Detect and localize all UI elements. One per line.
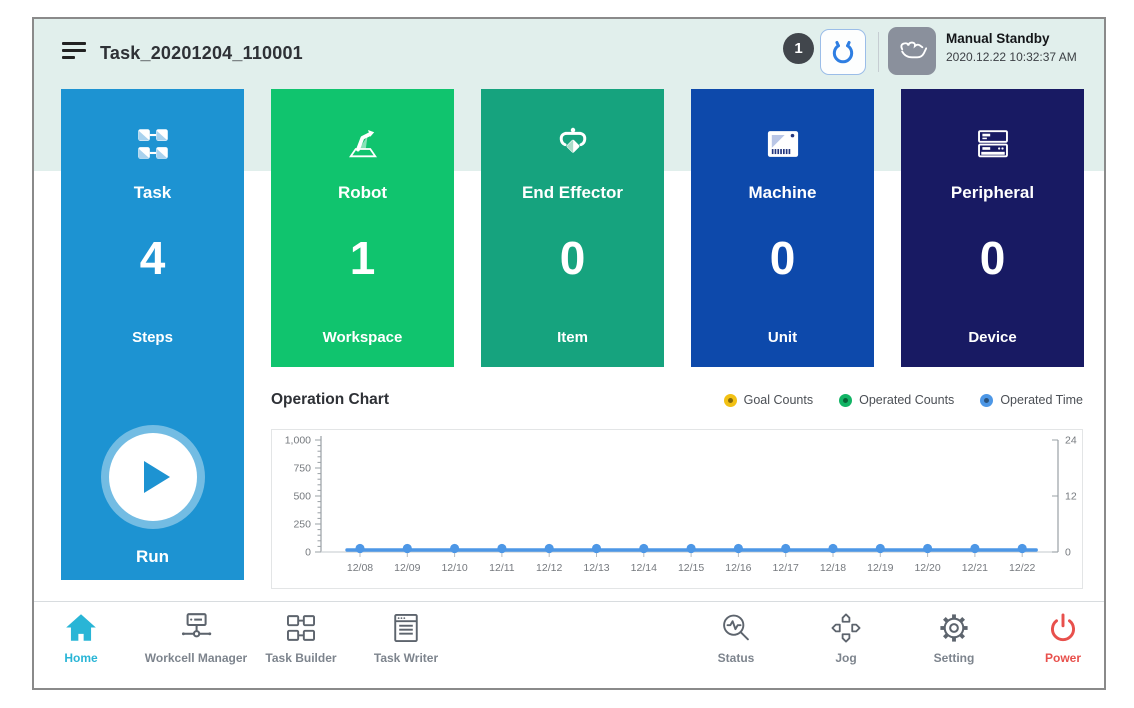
app-window: Task_20201204_110001 1 Manual Standby 20… xyxy=(32,17,1106,690)
gripper-item-icon xyxy=(481,115,664,173)
play-icon xyxy=(109,433,197,521)
card-title: Machine xyxy=(691,183,874,203)
run-button[interactable]: Run xyxy=(61,419,244,567)
peripheral-device-icon xyxy=(901,115,1084,173)
manual-mode-button[interactable] xyxy=(888,27,936,75)
svg-text:12/16: 12/16 xyxy=(725,562,751,574)
svg-text:250: 250 xyxy=(293,519,311,531)
legend-item-goal-counts[interactable]: Goal Counts xyxy=(724,393,813,407)
hamburger-menu-icon[interactable] xyxy=(62,40,88,64)
legend-item-operated-time[interactable]: Operated Time xyxy=(980,393,1083,407)
card-robot[interactable]: Robot 1 Workspace xyxy=(271,89,454,367)
chart-title: Operation Chart xyxy=(271,391,389,409)
hand-icon xyxy=(897,36,927,66)
svg-text:12/21: 12/21 xyxy=(962,562,988,574)
nav-label: Jog xyxy=(835,651,856,665)
operation-chart-svg: 0 250 500 750 1,000 12/08 12/09 12/10 12/11 12/12… xyxy=(272,430,1082,588)
svg-text:12/22: 12/22 xyxy=(1009,562,1035,574)
card-value: 0 xyxy=(481,231,664,285)
nav-label: Workcell Manager xyxy=(145,651,247,665)
svg-text:12/12: 12/12 xyxy=(536,562,562,574)
status-magnifier-icon xyxy=(718,611,754,645)
card-value: 1 xyxy=(271,231,454,285)
legend-label: Operated Counts xyxy=(859,393,954,407)
card-value: 0 xyxy=(901,231,1084,285)
task-builder-icon xyxy=(283,611,319,645)
power-icon xyxy=(1045,611,1081,645)
svg-text:12/11: 12/11 xyxy=(489,562,515,574)
svg-text:750: 750 xyxy=(293,463,311,475)
nav-label: Power xyxy=(1045,651,1081,665)
card-unit: Steps xyxy=(61,329,244,346)
card-unit: Device xyxy=(901,329,1084,346)
nav-divider xyxy=(34,601,1104,602)
card-title: Robot xyxy=(271,183,454,203)
page-title: Task_20201204_110001 xyxy=(100,43,303,64)
robot-arm-icon xyxy=(271,115,454,173)
card-machine[interactable]: Machine 0 Unit xyxy=(691,89,874,367)
svg-text:1,000: 1,000 xyxy=(285,435,311,447)
nav-label: Status xyxy=(718,651,755,665)
chart-header: Operation Chart Goal Counts Operated Coun… xyxy=(271,391,1083,409)
nav-item-power[interactable]: Power xyxy=(998,611,1106,687)
gripper-tool-button[interactable] xyxy=(820,29,866,75)
svg-text:12/09: 12/09 xyxy=(394,562,420,574)
header-divider xyxy=(878,32,879,72)
legend-dot-icon xyxy=(724,394,737,407)
svg-text:12/18: 12/18 xyxy=(820,562,846,574)
task-steps-icon xyxy=(61,115,244,173)
workcell-manager-icon xyxy=(178,611,214,645)
card-unit: Workspace xyxy=(271,329,454,346)
card-unit: Unit xyxy=(691,329,874,346)
svg-text:12/15: 12/15 xyxy=(678,562,704,574)
svg-text:12/13: 12/13 xyxy=(583,562,609,574)
nav-item-home[interactable]: Home xyxy=(32,611,146,687)
card-title: Peripheral xyxy=(901,183,1084,203)
svg-text:12/08: 12/08 xyxy=(347,562,373,574)
machine-icon xyxy=(691,115,874,173)
notification-badge[interactable]: 1 xyxy=(783,33,814,64)
nav-label: Setting xyxy=(934,651,975,665)
legend-label: Operated Time xyxy=(1000,393,1083,407)
card-title: Task xyxy=(61,183,244,203)
jog-dpad-icon xyxy=(828,611,864,645)
mode-status: Manual Standby 2020.12.22 10:32:37 AM xyxy=(946,31,1077,64)
legend-label: Goal Counts xyxy=(744,393,813,407)
gear-icon xyxy=(936,611,972,645)
card-value: 4 xyxy=(61,231,244,285)
legend-item-operated-counts[interactable]: Operated Counts xyxy=(839,393,954,407)
svg-text:0: 0 xyxy=(305,547,311,559)
nav-label: Task Writer xyxy=(374,651,438,665)
card-peripheral[interactable]: Peripheral 0 Device xyxy=(901,89,1084,367)
svg-text:12/10: 12/10 xyxy=(441,562,467,574)
svg-text:12/20: 12/20 xyxy=(914,562,940,574)
run-label: Run xyxy=(61,547,244,567)
svg-text:12: 12 xyxy=(1065,491,1077,503)
mode-datetime: 2020.12.22 10:32:37 AM xyxy=(946,50,1077,64)
legend-dot-icon xyxy=(980,394,993,407)
chart-legend: Goal Counts Operated Counts Operated Time xyxy=(724,393,1083,407)
card-end-effector[interactable]: End Effector 0 Item xyxy=(481,89,664,367)
nav-item-task-writer[interactable]: Task Writer xyxy=(341,611,471,687)
home-icon xyxy=(63,611,99,645)
operation-chart: 0 250 500 750 1,000 12/08 12/09 12/10 12/11 12/12… xyxy=(271,429,1083,589)
svg-text:500: 500 xyxy=(293,491,311,503)
card-unit: Item xyxy=(481,329,664,346)
nav-label: Task Builder xyxy=(265,651,336,665)
svg-text:24: 24 xyxy=(1065,435,1077,447)
svg-text:12/17: 12/17 xyxy=(773,562,799,574)
mode-label: Manual Standby xyxy=(946,31,1077,46)
legend-dot-icon xyxy=(839,394,852,407)
card-title: End Effector xyxy=(481,183,664,203)
task-writer-icon xyxy=(388,611,424,645)
svg-text:0: 0 xyxy=(1065,547,1071,559)
card-value: 0 xyxy=(691,231,874,285)
nav-label: Home xyxy=(64,651,97,665)
svg-text:12/19: 12/19 xyxy=(867,562,893,574)
card-task[interactable]: Task 4 Steps Run xyxy=(61,89,244,580)
svg-text:12/14: 12/14 xyxy=(631,562,657,574)
chart-canvas: 0 250 500 750 1,000 12/08 12/09 12/10 12/11 12/12… xyxy=(272,430,1082,593)
gripper-icon xyxy=(830,39,856,65)
